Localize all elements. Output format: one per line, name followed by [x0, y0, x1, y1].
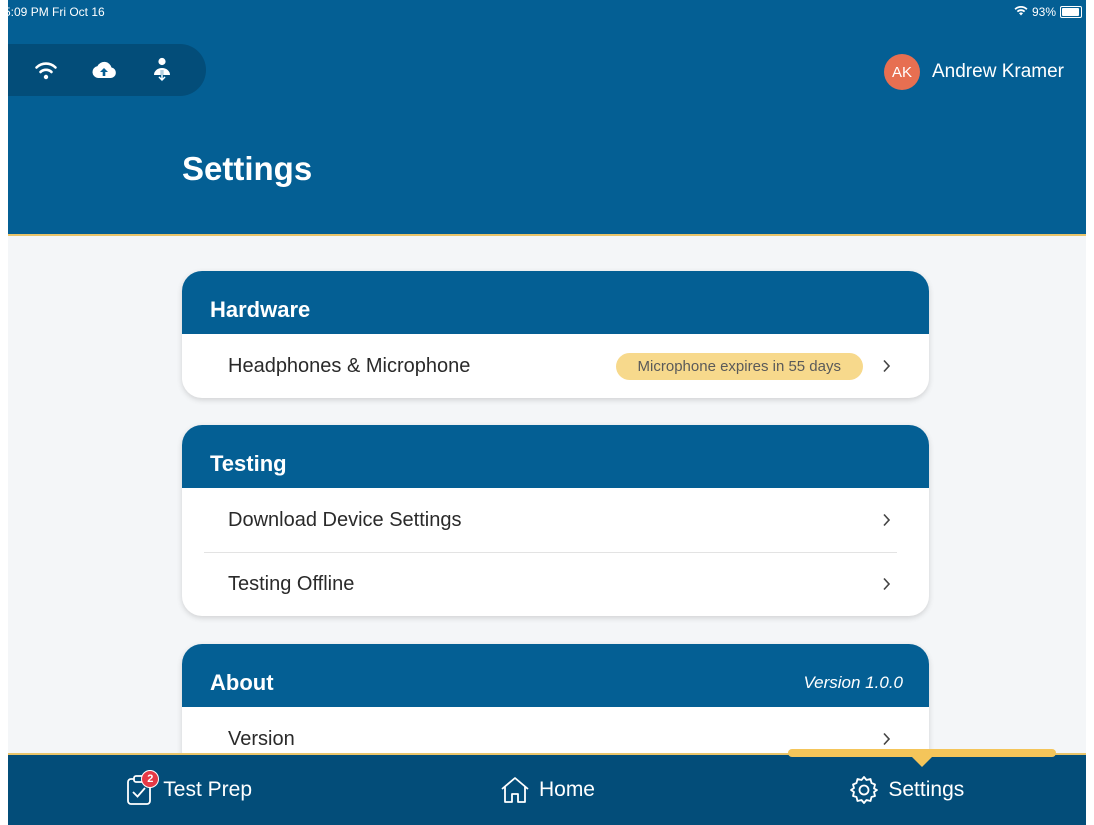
testing-card: Testing Download Device Settings Testing…: [182, 425, 929, 616]
frame-left: [0, 0, 8, 825]
settings-screen: 5:09 PM Fri Oct 16 93% AK Andrew Kramer …: [0, 0, 1094, 825]
cloud-upload-icon[interactable]: [90, 56, 118, 84]
home-icon: [499, 774, 531, 806]
connectivity-pill[interactable]: [8, 44, 206, 96]
battery-percent: 93%: [1031, 5, 1056, 19]
version-text: Version 1.0.0: [803, 672, 903, 692]
about-card-header: About Version 1.0.0: [182, 644, 929, 707]
avatar[interactable]: AK: [884, 54, 920, 90]
testing-card-header: Testing: [182, 425, 929, 488]
user-menu[interactable]: AK Andrew Kramer: [884, 54, 1064, 90]
tab-label: Settings: [888, 778, 965, 801]
microphone-expiry-badge: Microphone expires in 55 days: [615, 352, 863, 380]
row-label: Version: [228, 727, 295, 750]
user-name[interactable]: Andrew Kramer: [932, 61, 1064, 83]
row-label: Headphones & Microphone: [228, 354, 471, 377]
tab-label: Test Prep: [163, 778, 253, 801]
battery-icon: [1060, 6, 1082, 18]
wifi-status-icon: [1014, 5, 1028, 19]
header: 5:09 PM Fri Oct 16 93% AK Andrew Kramer …: [4, 0, 1086, 236]
tab-label: Home: [538, 778, 595, 801]
settings-content[interactable]: Hardware Headphones & Microphone Microph…: [8, 236, 1086, 755]
tab-home[interactable]: Home: [367, 755, 726, 825]
person-download-icon[interactable]: [148, 56, 176, 84]
about-title: About: [210, 669, 274, 695]
row-right: Microphone expires in 55 days: [615, 352, 893, 380]
frame-right: [1086, 0, 1094, 825]
hardware-card-header: Hardware: [182, 271, 929, 334]
download-device-settings-row[interactable]: Download Device Settings: [182, 488, 929, 552]
row-label: Download Device Settings: [228, 508, 462, 531]
hardware-title: Hardware: [210, 296, 311, 322]
notification-badge: 2: [141, 770, 160, 788]
hardware-card: Hardware Headphones & Microphone Microph…: [182, 271, 929, 398]
tab-test-prep[interactable]: 2 Test Prep: [8, 755, 367, 825]
wifi-icon[interactable]: [32, 56, 60, 84]
tab-settings[interactable]: Settings: [727, 755, 1086, 825]
status-right: 93%: [1014, 5, 1082, 19]
headphones-microphone-row[interactable]: Headphones & Microphone Microphone expir…: [182, 334, 929, 398]
gear-icon: [848, 774, 880, 806]
version-row[interactable]: Version: [182, 707, 929, 755]
about-card: About Version 1.0.0 Version: [182, 644, 929, 755]
row-label: Testing Offline: [228, 572, 355, 595]
clipboard-check-icon: 2: [123, 770, 160, 806]
testing-offline-row[interactable]: Testing Offline: [182, 552, 929, 616]
testing-title: Testing: [210, 450, 287, 476]
chevron-right-icon: [879, 513, 893, 527]
status-time: 5:09 PM Fri Oct 16: [4, 5, 105, 19]
status-bar: 5:09 PM Fri Oct 16 93%: [4, 0, 1086, 30]
chevron-right-icon: [879, 577, 893, 591]
chevron-right-icon: [879, 732, 893, 746]
tab-bar: 2 Test Prep Home Settings: [8, 749, 1086, 825]
chevron-right-icon: [879, 359, 893, 373]
page-title: Settings: [182, 150, 313, 187]
